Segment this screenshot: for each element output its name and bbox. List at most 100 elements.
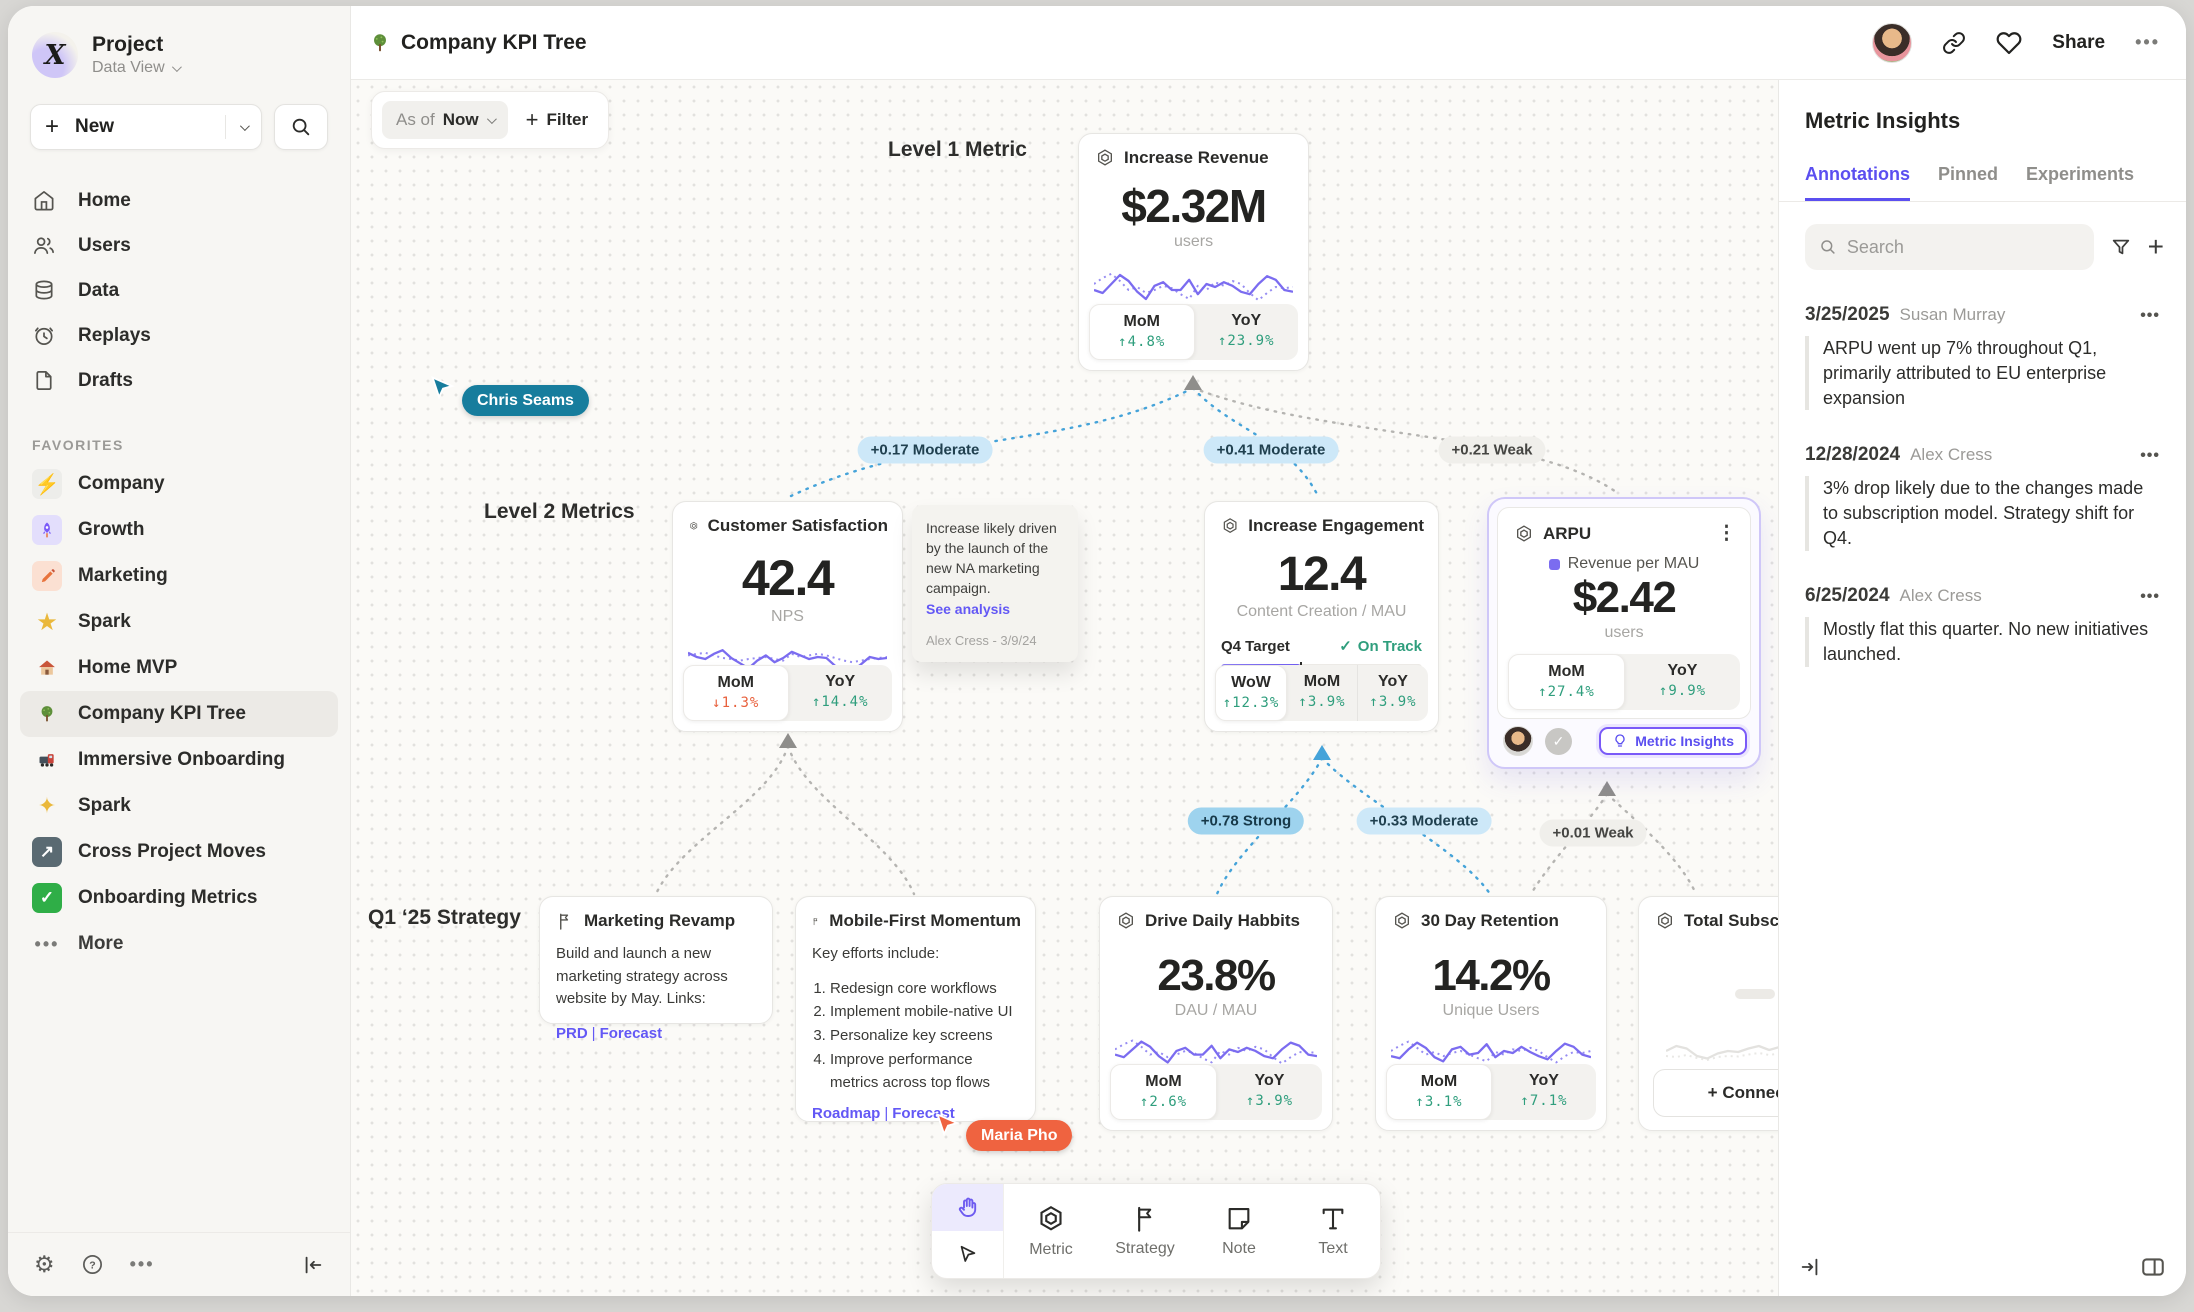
search-input[interactable]: [1847, 237, 2080, 258]
note-text: Increase likely driven by the launch of …: [926, 519, 1064, 599]
collapse-panel-icon[interactable]: [1799, 1256, 1821, 1278]
card-title: Increase Engagement: [1248, 516, 1424, 536]
strategy-card-mobile-first-momentum[interactable]: Mobile-First Momentum Key efforts includ…: [795, 896, 1036, 1122]
stat-mom: MoM↑27.4%: [1508, 654, 1625, 710]
share-button[interactable]: Share: [2052, 32, 2105, 54]
metric-card-arpu-selected[interactable]: ARPU ⋮ Revenue per MAU $2.42 users MoM↑2…: [1487, 497, 1761, 769]
sidebar-item-data[interactable]: Data: [20, 268, 338, 313]
panel-title: Metric Insights: [1779, 80, 2186, 134]
sidebar-item-company-kpi-tree[interactable]: Company KPI Tree: [20, 691, 338, 737]
sidebar-item-marketing[interactable]: Marketing: [20, 553, 338, 599]
strategy-flag-icon: [1131, 1205, 1159, 1233]
annotation-item[interactable]: 6/25/2024 Alex Cress ••• Mostly flat thi…: [1779, 551, 2186, 667]
tab-experiments[interactable]: Experiments: [2026, 164, 2134, 201]
target-label: Q4 Target: [1221, 638, 1290, 655]
sidebar-item-home-mvp[interactable]: Home MVP: [20, 645, 338, 691]
annotation-date: 12/28/2024: [1805, 444, 1900, 466]
card-title: Mobile-First Momentum: [829, 911, 1021, 931]
workspace-switcher[interactable]: Data View: [92, 59, 179, 77]
sidebar-item-onboarding-metrics[interactable]: ✓ Onboarding Metrics: [20, 875, 338, 921]
annotation-menu-icon[interactable]: •••: [2140, 447, 2160, 465]
sidebar-item-spark[interactable]: ★ Spark: [20, 599, 338, 645]
settings-gear-icon[interactable]: ⚙: [34, 1251, 55, 1278]
sidebar-item-immersive-onboarding[interactable]: Immersive Onboarding: [20, 737, 338, 783]
connect-metric-button[interactable]: + Connect: [1653, 1069, 1778, 1117]
metric-card-increase-engagement[interactable]: Increase Engagement 12.4 Content Creatio…: [1204, 501, 1439, 732]
stat-mom: MoM↑4.8%: [1089, 304, 1195, 360]
filter-funnel-icon[interactable]: [2110, 236, 2132, 258]
sparkles-icon: ✦: [32, 791, 62, 821]
hand-tool-button[interactable]: [932, 1184, 1003, 1231]
help-icon[interactable]: ?: [81, 1253, 104, 1276]
sidebar-item-replays[interactable]: Replays: [20, 313, 338, 358]
canvas-filter-bar: As of Now + Filter: [371, 91, 609, 149]
metric-card-increase-revenue[interactable]: Increase Revenue $2.32M users MoM↑4.8% Y…: [1078, 133, 1309, 371]
tab-annotations[interactable]: Annotations: [1805, 164, 1910, 201]
strategy-tool-button[interactable]: Strategy: [1098, 1184, 1192, 1278]
roadmap-link[interactable]: Roadmap: [812, 1105, 880, 1122]
card-title: Drive Daily Habbits: [1145, 911, 1300, 931]
text-tool-button[interactable]: Text: [1286, 1184, 1380, 1278]
sidebar-item-drafts[interactable]: Drafts: [20, 358, 338, 403]
favorite-heart-icon[interactable]: [1996, 30, 2022, 56]
sidebar-item-users[interactable]: Users: [20, 223, 338, 268]
sidebar-item-growth[interactable]: Growth: [20, 507, 338, 553]
card-title: Customer Satisfaction: [708, 516, 888, 536]
cursor-label-maria: Maria Pho: [966, 1127, 1072, 1145]
strategy-card-marketing-revamp[interactable]: Marketing Revamp Build and launch a new …: [539, 896, 773, 1024]
metric-insights-panel: Metric Insights Annotations Pinned Exper…: [1778, 80, 2186, 1296]
metric-hexagon-icon: [1036, 1204, 1066, 1234]
annotation-item[interactable]: 3/25/2025 Susan Murray ••• ARPU went up …: [1779, 270, 2186, 410]
metric-tool-button[interactable]: Metric: [1004, 1184, 1098, 1278]
metric-insights-button[interactable]: Metric Insights: [1599, 727, 1747, 755]
metric-card-total-subscriptions[interactable]: Total Subscriptions + Connect: [1638, 896, 1778, 1131]
select-tool-button[interactable]: [932, 1231, 1003, 1278]
app-window: X Project Data View + New Home: [8, 6, 2186, 1296]
split-view-icon[interactable]: [2140, 1254, 2166, 1280]
card-menu-icon[interactable]: ⋮: [1717, 522, 1736, 545]
edge-label-moderate: +0.17 Moderate: [858, 437, 993, 464]
tree-icon: [369, 32, 391, 54]
tab-pinned[interactable]: Pinned: [1938, 164, 1998, 201]
collapse-sidebar-icon[interactable]: [302, 1254, 324, 1276]
stat-yoy: YoY↑23.9%: [1195, 304, 1299, 360]
annotation-author: Susan Murray: [1900, 305, 2006, 325]
new-button[interactable]: + New: [30, 104, 262, 150]
as-of-selector[interactable]: As of Now: [382, 101, 508, 139]
sidebar-item-company[interactable]: ⚡ Company: [20, 461, 338, 507]
search-button[interactable]: [274, 104, 328, 150]
metric-card-drive-daily-habits[interactable]: Drive Daily Habbits 23.8% DAU / MAU MoM↑…: [1099, 896, 1333, 1131]
metric-card-customer-satisfaction[interactable]: Customer Satisfaction 42.4 NPS MoM↓1.3% …: [672, 501, 903, 732]
lightbulb-icon: [1612, 733, 1628, 749]
rocket-icon: [32, 515, 62, 545]
stat-yoy: YoY↑3.9%: [1357, 665, 1428, 721]
metric-unit: DAU / MAU: [1100, 1002, 1332, 1020]
note-tool-button[interactable]: Note: [1192, 1184, 1286, 1278]
pencil-icon: [32, 561, 62, 591]
metric-unit: Unique Users: [1376, 1002, 1606, 1020]
more-options-icon[interactable]: •••: [130, 1254, 155, 1275]
annotation-note-card[interactable]: Increase likely driven by the launch of …: [912, 505, 1078, 662]
copy-link-icon[interactable]: [1942, 31, 1966, 55]
more-menu-icon[interactable]: •••: [2135, 32, 2160, 53]
metric-hexagon-icon: [1116, 911, 1136, 931]
sidebar-item-cross-project-moves[interactable]: ↗ Cross Project Moves: [20, 829, 338, 875]
sidebar-item-more[interactable]: ••• More: [20, 921, 338, 967]
prd-link[interactable]: PRD: [556, 1025, 588, 1042]
add-annotation-icon[interactable]: +: [2148, 231, 2164, 263]
add-filter-button[interactable]: + Filter: [526, 107, 588, 133]
user-avatar[interactable]: [1872, 23, 1912, 63]
annotation-item[interactable]: 12/28/2024 Alex Cress ••• 3% drop likely…: [1779, 410, 2186, 550]
sidebar-item-spark-2[interactable]: ✦ Spark: [20, 783, 338, 829]
strategy-body: Build and launch a new marketing strateg…: [540, 931, 772, 1011]
forecast-link[interactable]: Forecast: [600, 1025, 663, 1042]
kpi-tree-canvas[interactable]: As of Now + Filter Level 1 Metric Level …: [351, 80, 1778, 1296]
see-analysis-link[interactable]: See analysis: [926, 601, 1064, 617]
metric-hexagon-icon: [1392, 911, 1412, 931]
sidebar-item-home[interactable]: Home: [20, 178, 338, 223]
annotation-menu-icon[interactable]: •••: [2140, 307, 2160, 325]
stat-mom: MoM↑3.9%: [1287, 665, 1357, 721]
annotations-search[interactable]: [1805, 224, 2094, 270]
annotation-menu-icon[interactable]: •••: [2140, 588, 2160, 606]
metric-card-30-day-retention[interactable]: 30 Day Retention 14.2% Unique Users MoM↑…: [1375, 896, 1607, 1131]
